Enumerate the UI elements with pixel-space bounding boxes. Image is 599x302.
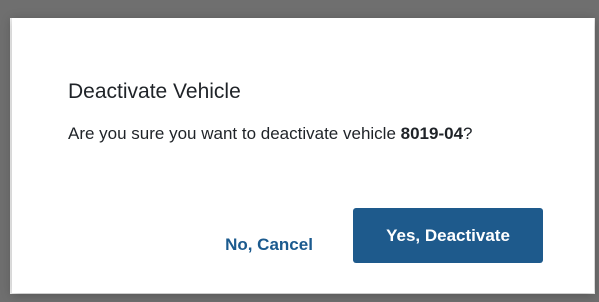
vehicle-id: 8019-04 [400, 124, 464, 143]
cancel-button[interactable]: No, Cancel [194, 217, 344, 273]
dialog-message: Are you sure you want to deactivate vehi… [68, 124, 558, 144]
screen: Deactivate Vehicle Are you sure you want… [0, 0, 599, 302]
modal-backdrop[interactable] [0, 0, 599, 18]
modal-backdrop-right[interactable] [595, 0, 599, 302]
deactivate-vehicle-dialog: Deactivate Vehicle Are you sure you want… [12, 18, 594, 293]
dialog-title: Deactivate Vehicle [68, 80, 241, 103]
dialog-message-suffix: ? [463, 124, 473, 143]
modal-backdrop-bottom[interactable] [0, 294, 599, 302]
dialog-message-prefix: Are you sure you want to deactivate vehi… [68, 124, 401, 143]
deactivate-button[interactable]: Yes, Deactivate [353, 208, 543, 263]
modal-backdrop-left[interactable] [0, 0, 10, 302]
